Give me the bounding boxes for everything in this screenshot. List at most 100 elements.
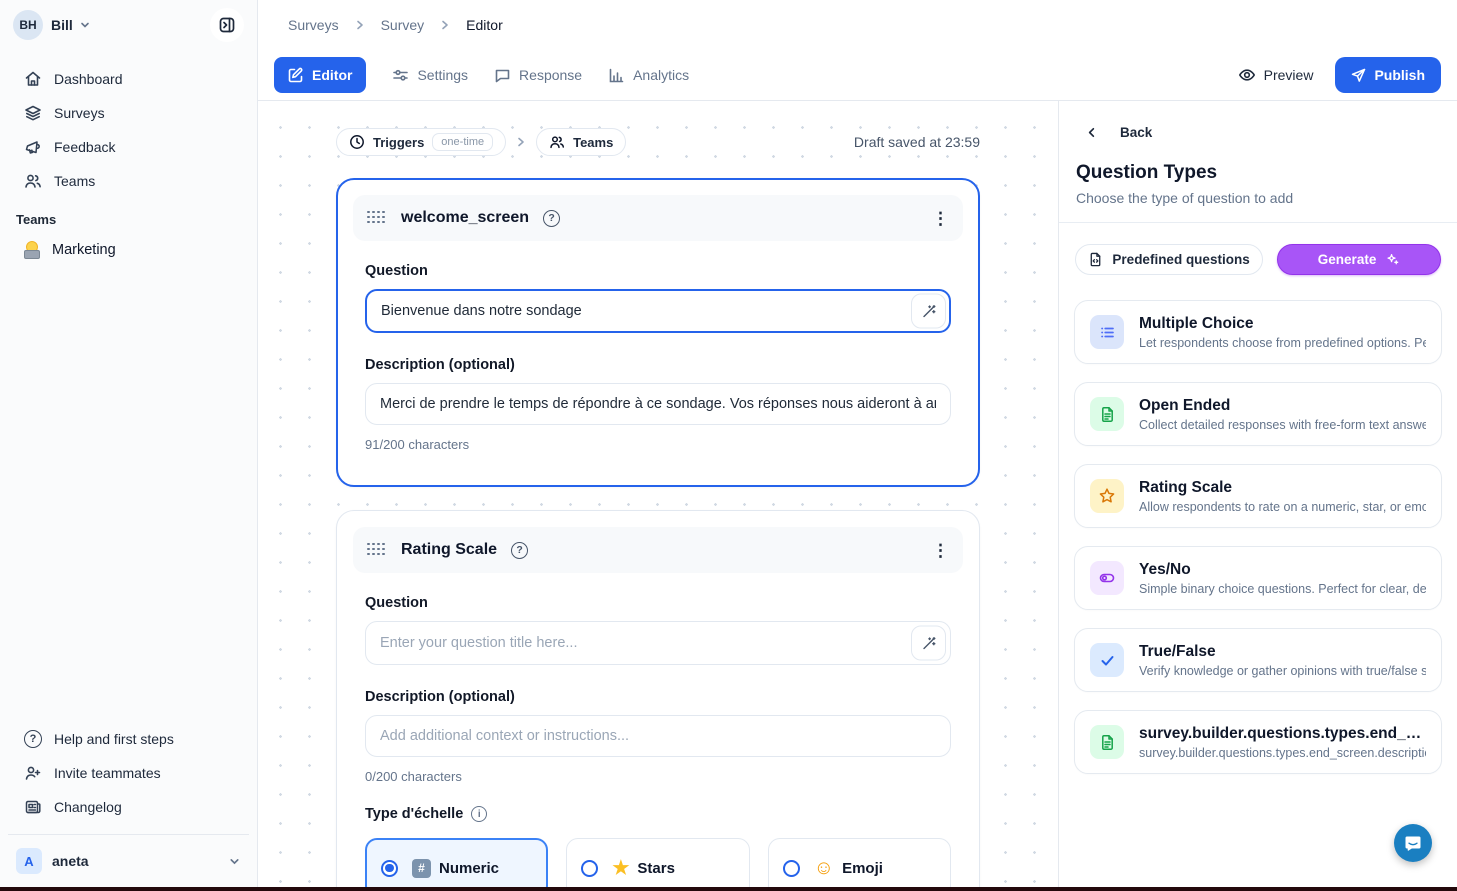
tab-label: Analytics — [633, 67, 689, 83]
file-code-icon — [1088, 252, 1103, 267]
triggers-chip-label: Triggers — [373, 135, 424, 150]
sidebar-item-changelog[interactable]: Changelog — [8, 790, 249, 824]
tab-settings[interactable]: Settings — [392, 67, 468, 84]
question-description-input[interactable] — [365, 383, 951, 425]
radio-icon[interactable] — [783, 860, 800, 877]
chat-launcher-button[interactable] — [1394, 824, 1432, 862]
check-icon — [1090, 643, 1124, 677]
question-card-header[interactable]: welcome_screen ? ⋮ — [353, 195, 963, 241]
workspace-switcher[interactable]: BH Bill — [0, 0, 257, 50]
breadcrumb-surveys[interactable]: Surveys — [288, 17, 339, 33]
eye-icon — [1238, 66, 1256, 84]
home-icon — [24, 70, 42, 88]
kebab-menu-icon[interactable]: ⋮ — [932, 210, 949, 227]
kebab-menu-icon[interactable]: ⋮ — [932, 542, 949, 559]
account-menu[interactable]: A aneta — [8, 837, 249, 885]
generate-button[interactable]: Generate — [1277, 244, 1441, 275]
teams-chip[interactable]: Teams — [536, 128, 626, 156]
generate-label: Generate — [1318, 252, 1377, 267]
magic-wand-icon — [921, 303, 937, 319]
question-title-input[interactable] — [365, 289, 951, 333]
sidebar-item-invite[interactable]: Invite teammates — [8, 756, 249, 790]
sidebar-spacer — [0, 267, 257, 718]
drag-handle-icon[interactable] — [367, 543, 387, 558]
publish-label: Publish — [1374, 67, 1425, 83]
question-title-input[interactable] — [365, 621, 951, 665]
editor-toolbar: Editor Settings Response Analytics — [258, 50, 1457, 101]
magic-wand-button[interactable] — [911, 626, 946, 661]
drag-handle-icon[interactable] — [367, 211, 387, 226]
layers-icon — [24, 104, 42, 122]
question-card-header[interactable]: Rating Scale ? ⋮ — [353, 527, 963, 573]
sidebar-item-team-marketing[interactable]: Marketing — [0, 233, 257, 267]
description-field-label: Description (optional) — [365, 689, 951, 705]
sidebar-item-surveys[interactable]: Surveys — [8, 96, 249, 130]
question-help-icon[interactable]: ? — [511, 542, 528, 559]
bar-chart-icon — [608, 67, 625, 84]
survey-canvas: Triggers one-time Teams Draft sav — [258, 101, 1058, 891]
radio-checked-icon[interactable] — [381, 860, 398, 877]
scale-option-numeric[interactable]: # Numeric — [365, 838, 548, 891]
sidebar-item-label: Dashboard — [54, 71, 123, 87]
info-icon[interactable]: i — [471, 806, 487, 822]
question-type-name: True/False — [1139, 643, 1426, 661]
sidebar-item-dashboard[interactable]: Dashboard — [8, 62, 249, 96]
workspace-name: Bill — [51, 17, 73, 33]
tab-analytics[interactable]: Analytics — [608, 67, 689, 84]
draft-status: Draft saved at 23:59 — [854, 134, 980, 150]
workzone: Triggers one-time Teams Draft sav — [258, 101, 1457, 891]
breadcrumb: Surveys Survey Editor — [258, 0, 1457, 50]
back-button[interactable]: Back — [1059, 101, 1457, 144]
predefined-questions-button[interactable]: Predefined questions — [1075, 244, 1263, 275]
magic-wand-button[interactable] — [911, 294, 946, 329]
teams-chip-label: Teams — [573, 135, 613, 150]
question-type-description: Allow respondents to rate on a numeric, … — [1139, 500, 1426, 514]
chevron-right-icon — [438, 18, 452, 32]
sidebar-item-teams[interactable]: Teams — [8, 164, 249, 198]
scale-option-stars[interactable]: ★ Stars — [566, 838, 749, 891]
document-text-icon — [1090, 725, 1124, 759]
chevron-right-icon — [514, 135, 528, 149]
tab-response[interactable]: Response — [494, 67, 582, 84]
users-icon — [24, 172, 42, 190]
question-field-label: Question — [365, 595, 951, 611]
sidebar-collapse-button[interactable] — [210, 8, 244, 42]
radio-icon[interactable] — [581, 860, 598, 877]
question-field-label: Question — [365, 263, 951, 279]
question-type-name: Rating Scale — [1139, 479, 1426, 497]
toggle-icon — [1090, 561, 1124, 595]
question-help-icon[interactable]: ? — [543, 210, 560, 227]
question-type-end-screen[interactable]: survey.builder.questions.types.end_scr..… — [1074, 710, 1442, 774]
chat-smile-icon — [1403, 833, 1423, 853]
question-type-name: survey.builder.questions.types.end_scr..… — [1139, 725, 1426, 743]
question-type-name: Open Ended — [1139, 397, 1426, 415]
pencil-square-icon — [288, 67, 304, 83]
sidebar-item-label: Teams — [54, 173, 95, 189]
question-type-rating-scale[interactable]: Rating Scale Allow respondents to rate o… — [1074, 464, 1442, 528]
scale-option-emoji[interactable]: ☺ Emoji — [768, 838, 951, 891]
publish-button[interactable]: Publish — [1335, 57, 1441, 93]
question-type-open-ended[interactable]: Open Ended Collect detailed responses wi… — [1074, 382, 1442, 446]
canvas-chips-row: Triggers one-time Teams Draft sav — [336, 128, 980, 156]
technologist-emoji-icon — [22, 241, 40, 259]
sidebar-item-feedback[interactable]: Feedback — [8, 130, 249, 164]
send-icon — [1351, 68, 1366, 83]
tab-label: Editor — [312, 67, 352, 83]
document-text-icon — [1090, 397, 1124, 431]
question-description-input[interactable] — [365, 715, 951, 757]
question-type-true-false[interactable]: True/False Verify knowledge or gather op… — [1074, 628, 1442, 692]
preview-button[interactable]: Preview — [1238, 66, 1314, 84]
question-card-welcome-screen: welcome_screen ? ⋮ Question — [336, 178, 980, 487]
question-type-description: survey.builder.questions.types.end_scree… — [1139, 746, 1426, 760]
window-bottom-edge — [0, 887, 1457, 891]
triggers-chip[interactable]: Triggers one-time — [336, 128, 506, 156]
users-icon — [549, 134, 565, 150]
sidebar-nav: Dashboard Surveys Feedback Teams — [0, 50, 257, 198]
breadcrumb-survey[interactable]: Survey — [381, 17, 425, 33]
panel-header: Question Types Choose the type of questi… — [1059, 144, 1457, 223]
sidebar-item-help[interactable]: ? Help and first steps — [8, 722, 249, 756]
tab-editor[interactable]: Editor — [274, 57, 366, 93]
question-type-yes-no[interactable]: Yes/No Simple binary choice questions. P… — [1074, 546, 1442, 610]
panel-right-icon — [218, 16, 236, 34]
question-type-multiple-choice[interactable]: Multiple Choice Let respondents choose f… — [1074, 300, 1442, 364]
